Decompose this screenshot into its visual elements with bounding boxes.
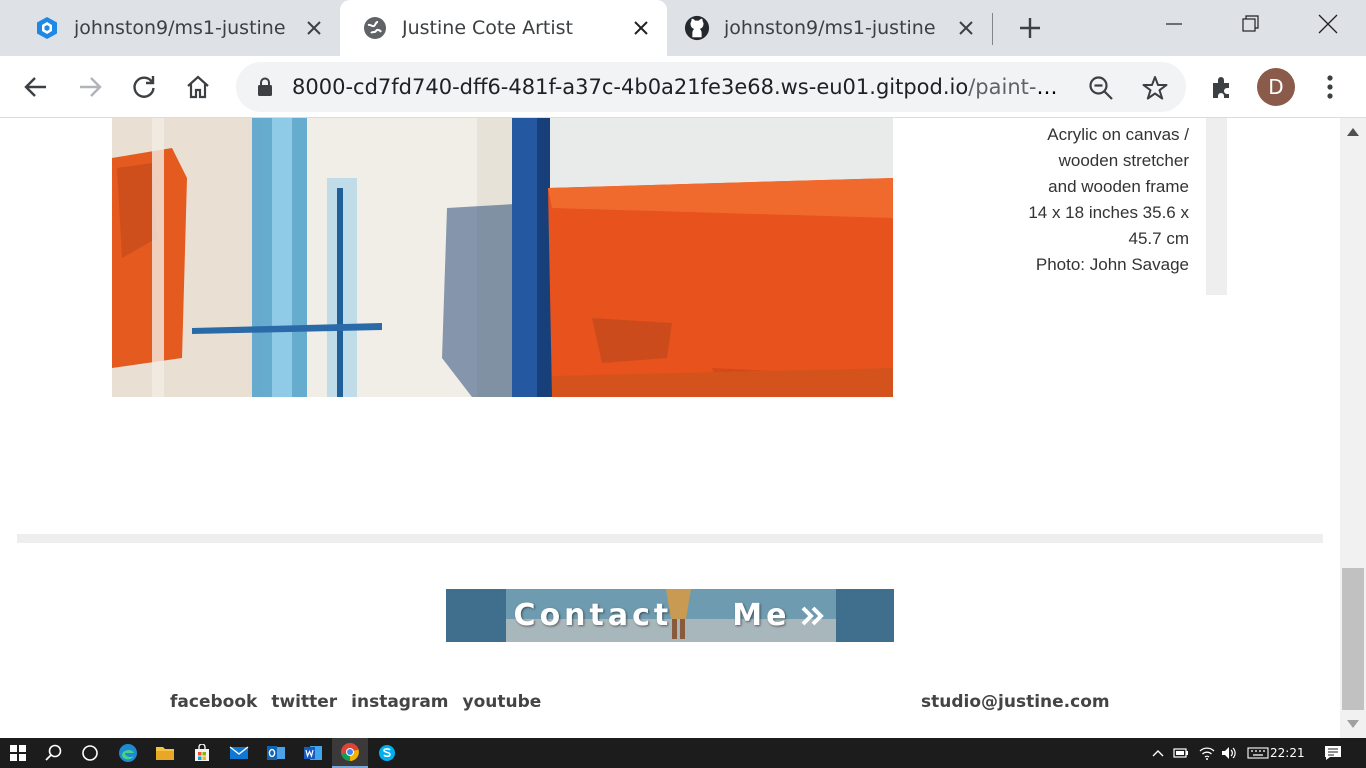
edge-icon[interactable] (110, 738, 146, 768)
start-icon[interactable] (0, 738, 36, 768)
tab-separator (992, 13, 993, 45)
minimize-icon[interactable] (1154, 8, 1194, 40)
address-bar[interactable]: 8000-cd7fd740-dff6-481f-a37c-4b0a21fe3e6… (236, 62, 1186, 112)
scroll-down-arrow-icon[interactable] (1340, 710, 1366, 738)
back-arrow-icon[interactable] (19, 70, 53, 104)
artwork-details: Acrylic on canvas / wooden stretcher and… (940, 118, 1227, 295)
chrome-icon[interactable] (332, 738, 368, 768)
wifi-icon[interactable] (1196, 738, 1218, 768)
caption-line: wooden stretcher (1058, 151, 1189, 170)
word-icon[interactable] (295, 738, 331, 768)
instagram-link[interactable]: instagram (351, 692, 448, 712)
caption-line: 45.7 cm (1128, 229, 1189, 248)
close-tab-icon[interactable] (629, 16, 653, 40)
scroll-up-arrow-icon[interactable] (1340, 118, 1366, 146)
notification-center-icon[interactable] (1318, 738, 1348, 768)
double-chevron-right-icon (800, 605, 826, 627)
home-icon[interactable] (181, 70, 215, 104)
caption-line: 14 x 18 inches 35.6 x (1028, 203, 1189, 222)
abstract-painting-image (112, 118, 893, 397)
facebook-link[interactable]: facebook (170, 692, 257, 712)
caption-line: Photo: John Savage (1035, 255, 1189, 274)
section-divider (17, 534, 1323, 543)
zoom-icon[interactable] (1088, 75, 1114, 106)
email-link[interactable]: studio@justine.com (921, 692, 1110, 712)
close-tab-icon[interactable] (954, 16, 978, 40)
caption-line: Acrylic on canvas / (1047, 125, 1189, 144)
restore-icon[interactable] (1231, 8, 1271, 40)
social-links: facebook twitter instagram youtube (170, 692, 541, 712)
github-icon (684, 15, 710, 41)
forward-arrow-icon[interactable] (73, 70, 107, 104)
bookmark-star-icon[interactable] (1142, 75, 1168, 106)
me-word: Me (732, 598, 791, 633)
caption-line: and wooden frame (1048, 177, 1189, 196)
profile-avatar[interactable]: D (1257, 68, 1295, 106)
youtube-link[interactable]: youtube (463, 692, 542, 712)
battery-icon[interactable] (1170, 738, 1192, 768)
new-tab-icon[interactable] (1015, 13, 1045, 43)
tab-title: johnston9/ms1-justine - (74, 17, 289, 39)
contact-word: Contact (513, 598, 673, 633)
store-icon[interactable] (184, 738, 220, 768)
volume-icon[interactable] (1218, 738, 1240, 768)
url-text[interactable]: 8000-cd7fd740-dff6-481f-a37c-4b0a21fe3e6… (292, 62, 1062, 112)
file-explorer-icon[interactable] (147, 738, 183, 768)
caption-side-bar (1206, 118, 1227, 295)
chevron-up-icon[interactable] (1148, 738, 1168, 768)
browser-toolbar: 8000-cd7fd740-dff6-481f-a37c-4b0a21fe3e6… (0, 56, 1366, 118)
url-path: /paint-p... (968, 75, 1062, 99)
reload-icon[interactable] (127, 70, 161, 104)
keyboard-icon[interactable] (1244, 738, 1272, 768)
scrollbar-thumb[interactable] (1342, 568, 1364, 710)
task-view-icon[interactable] (72, 738, 108, 768)
page-scrollbar[interactable] (1340, 118, 1366, 738)
gitpod-icon (34, 15, 60, 41)
mail-icon[interactable] (221, 738, 257, 768)
tab-title: johnston9/ms1-justine (724, 17, 936, 39)
browser-tab-strip: johnston9/ms1-justine - Justine Cote Art… (0, 0, 1366, 56)
extensions-puzzle-icon[interactable] (1206, 70, 1240, 104)
skype-icon[interactable] (369, 738, 405, 768)
lock-icon[interactable] (256, 77, 274, 102)
contact-me-label: Contact Me (446, 589, 894, 642)
kebab-menu-icon[interactable] (1313, 70, 1347, 104)
tab-justine-cote-artist[interactable]: Justine Cote Artist (340, 0, 667, 56)
contact-me-button[interactable]: Contact Me (446, 589, 894, 642)
tab-title: Justine Cote Artist (402, 17, 573, 39)
globe-icon (362, 15, 388, 41)
page-viewport: Acrylic on canvas / wooden stretcher and… (0, 118, 1340, 738)
close-tab-icon[interactable] (302, 16, 326, 40)
twitter-link[interactable]: twitter (271, 692, 337, 712)
outlook-icon[interactable] (258, 738, 294, 768)
url-host: 8000-cd7fd740-dff6-481f-a37c-4b0a21fe3e6… (292, 75, 969, 99)
artwork-caption: Acrylic on canvas / wooden stretcher and… (999, 122, 1189, 278)
taskbar-clock[interactable]: 22:21 (1270, 738, 1305, 768)
tab-github[interactable]: johnston9/ms1-justine (667, 0, 992, 56)
windows-taskbar: 22:21 (0, 738, 1366, 768)
close-window-icon[interactable] (1308, 8, 1348, 40)
search-icon[interactable] (36, 738, 72, 768)
tab-gitpod[interactable]: johnston9/ms1-justine - (0, 0, 340, 56)
